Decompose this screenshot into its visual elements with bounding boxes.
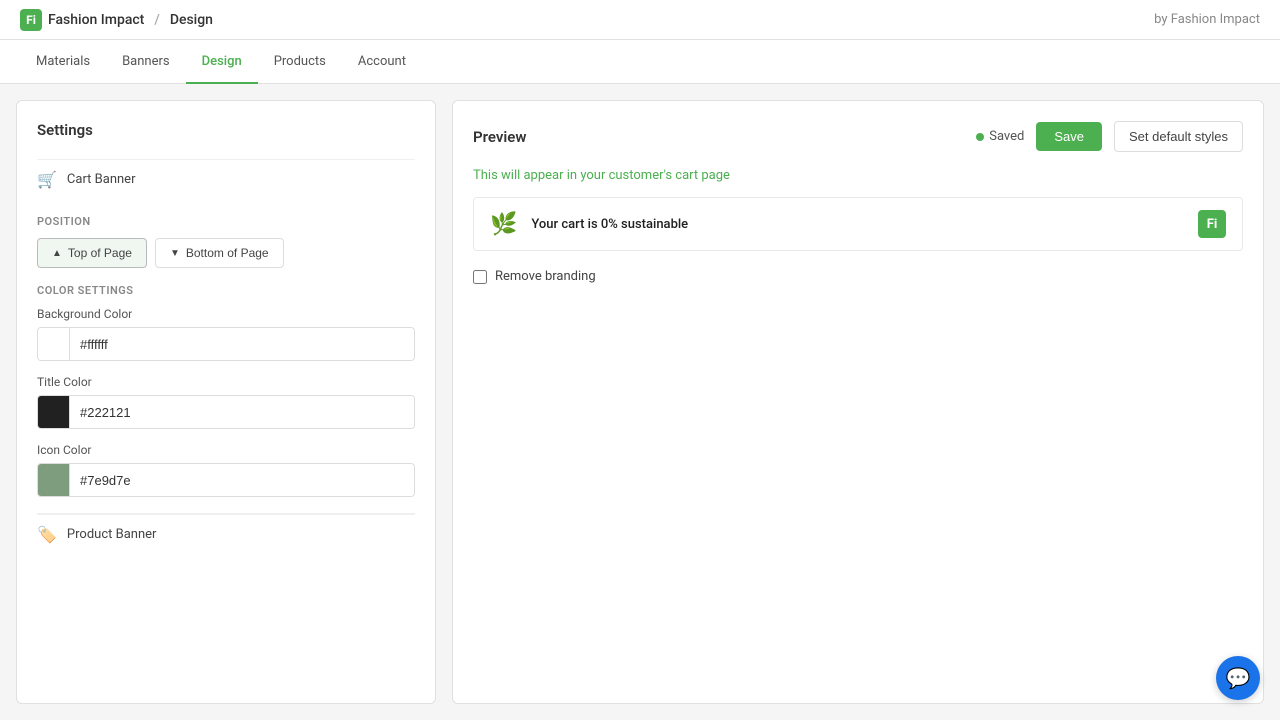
- header: Fi Fashion Impact / Design by Fashion Im…: [0, 0, 1280, 40]
- icon-color-label: Icon Color: [37, 443, 415, 457]
- title-color-swatch[interactable]: [38, 396, 70, 428]
- nav-item-banners[interactable]: Banners: [106, 40, 186, 84]
- preview-hint: This will appear in your customer's cart…: [473, 168, 1243, 183]
- preview-header: Preview Saved Save Set default styles: [473, 121, 1243, 152]
- chat-button[interactable]: 💬: [1216, 656, 1260, 700]
- header-separator: /: [154, 12, 159, 28]
- title-color-label: Title Color: [37, 375, 415, 389]
- position-label: POSITION: [37, 215, 415, 228]
- product-banner-label: Product Banner: [67, 527, 157, 542]
- nav-item-design[interactable]: Design: [186, 40, 258, 84]
- nav-item-account[interactable]: Account: [342, 40, 422, 84]
- preview-banner: 🌿 Your cart is 0% sustainable Fi: [473, 197, 1243, 251]
- save-button[interactable]: Save: [1036, 122, 1102, 151]
- header-left: Fi Fashion Impact / Design: [20, 9, 213, 31]
- bg-color-label: Background Color: [37, 307, 415, 321]
- banner-logo: Fi: [1198, 210, 1226, 238]
- remove-branding-row: Remove branding: [473, 265, 1243, 288]
- top-of-page-label: Top of Page: [68, 246, 132, 260]
- cart-icon: 🛒: [37, 170, 57, 189]
- nav-item-materials[interactable]: Materials: [20, 40, 106, 84]
- background-color-swatch[interactable]: [38, 328, 70, 360]
- nav-item-products[interactable]: Products: [258, 40, 342, 84]
- brand-name: Fashion Impact: [48, 12, 144, 28]
- background-color-field: [37, 327, 415, 361]
- main-content: Settings 🛒 Cart Banner POSITION ▲ Top of…: [0, 84, 1280, 720]
- page-name: Design: [170, 12, 213, 28]
- color-settings-label: COLOR SETTINGS: [37, 284, 415, 297]
- chat-icon: 💬: [1226, 666, 1251, 690]
- arrow-down-icon: ▼: [170, 248, 180, 259]
- banner-left: 🌿 Your cart is 0% sustainable: [490, 212, 688, 237]
- position-buttons: ▲ Top of Page ▼ Bottom of Page: [37, 238, 415, 268]
- preview-actions: Saved Save Set default styles: [976, 121, 1243, 152]
- settings-title: Settings: [37, 121, 415, 139]
- saved-indicator: Saved: [976, 129, 1024, 144]
- banner-text: Your cart is 0% sustainable: [531, 217, 688, 232]
- remove-branding-label[interactable]: Remove branding: [495, 269, 596, 284]
- set-default-styles-button[interactable]: Set default styles: [1114, 121, 1243, 152]
- icon-color-swatch[interactable]: [38, 464, 70, 496]
- preview-panel: Preview Saved Save Set default styles Th…: [452, 100, 1264, 704]
- icon-color-field: [37, 463, 415, 497]
- bottom-of-page-button[interactable]: ▼ Bottom of Page: [155, 238, 284, 268]
- top-of-page-button[interactable]: ▲ Top of Page: [37, 238, 147, 268]
- icon-color-input[interactable]: [70, 464, 414, 496]
- settings-panel: Settings 🛒 Cart Banner POSITION ▲ Top of…: [16, 100, 436, 704]
- title-color-input[interactable]: [70, 396, 414, 428]
- bottom-of-page-label: Bottom of Page: [186, 246, 269, 260]
- leaf-icon: 🌿: [490, 212, 517, 237]
- header-right: by Fashion Impact: [1154, 12, 1260, 27]
- product-banner-section[interactable]: 🏷️ Product Banner: [37, 514, 415, 554]
- saved-dot-icon: [976, 133, 984, 141]
- title-color-field: [37, 395, 415, 429]
- background-color-input[interactable]: [70, 328, 414, 360]
- cart-banner-label: Cart Banner: [67, 172, 136, 187]
- saved-label: Saved: [989, 129, 1024, 144]
- arrow-up-icon: ▲: [52, 248, 62, 259]
- nav: Materials Banners Design Products Accoun…: [0, 40, 1280, 84]
- remove-branding-checkbox[interactable]: [473, 270, 487, 284]
- cart-banner-section[interactable]: 🛒 Cart Banner: [37, 159, 415, 199]
- header-logo: Fi Fashion Impact / Design: [20, 9, 213, 31]
- logo-icon: Fi: [20, 9, 42, 31]
- preview-title: Preview: [473, 128, 526, 146]
- product-icon: 🏷️: [37, 525, 57, 544]
